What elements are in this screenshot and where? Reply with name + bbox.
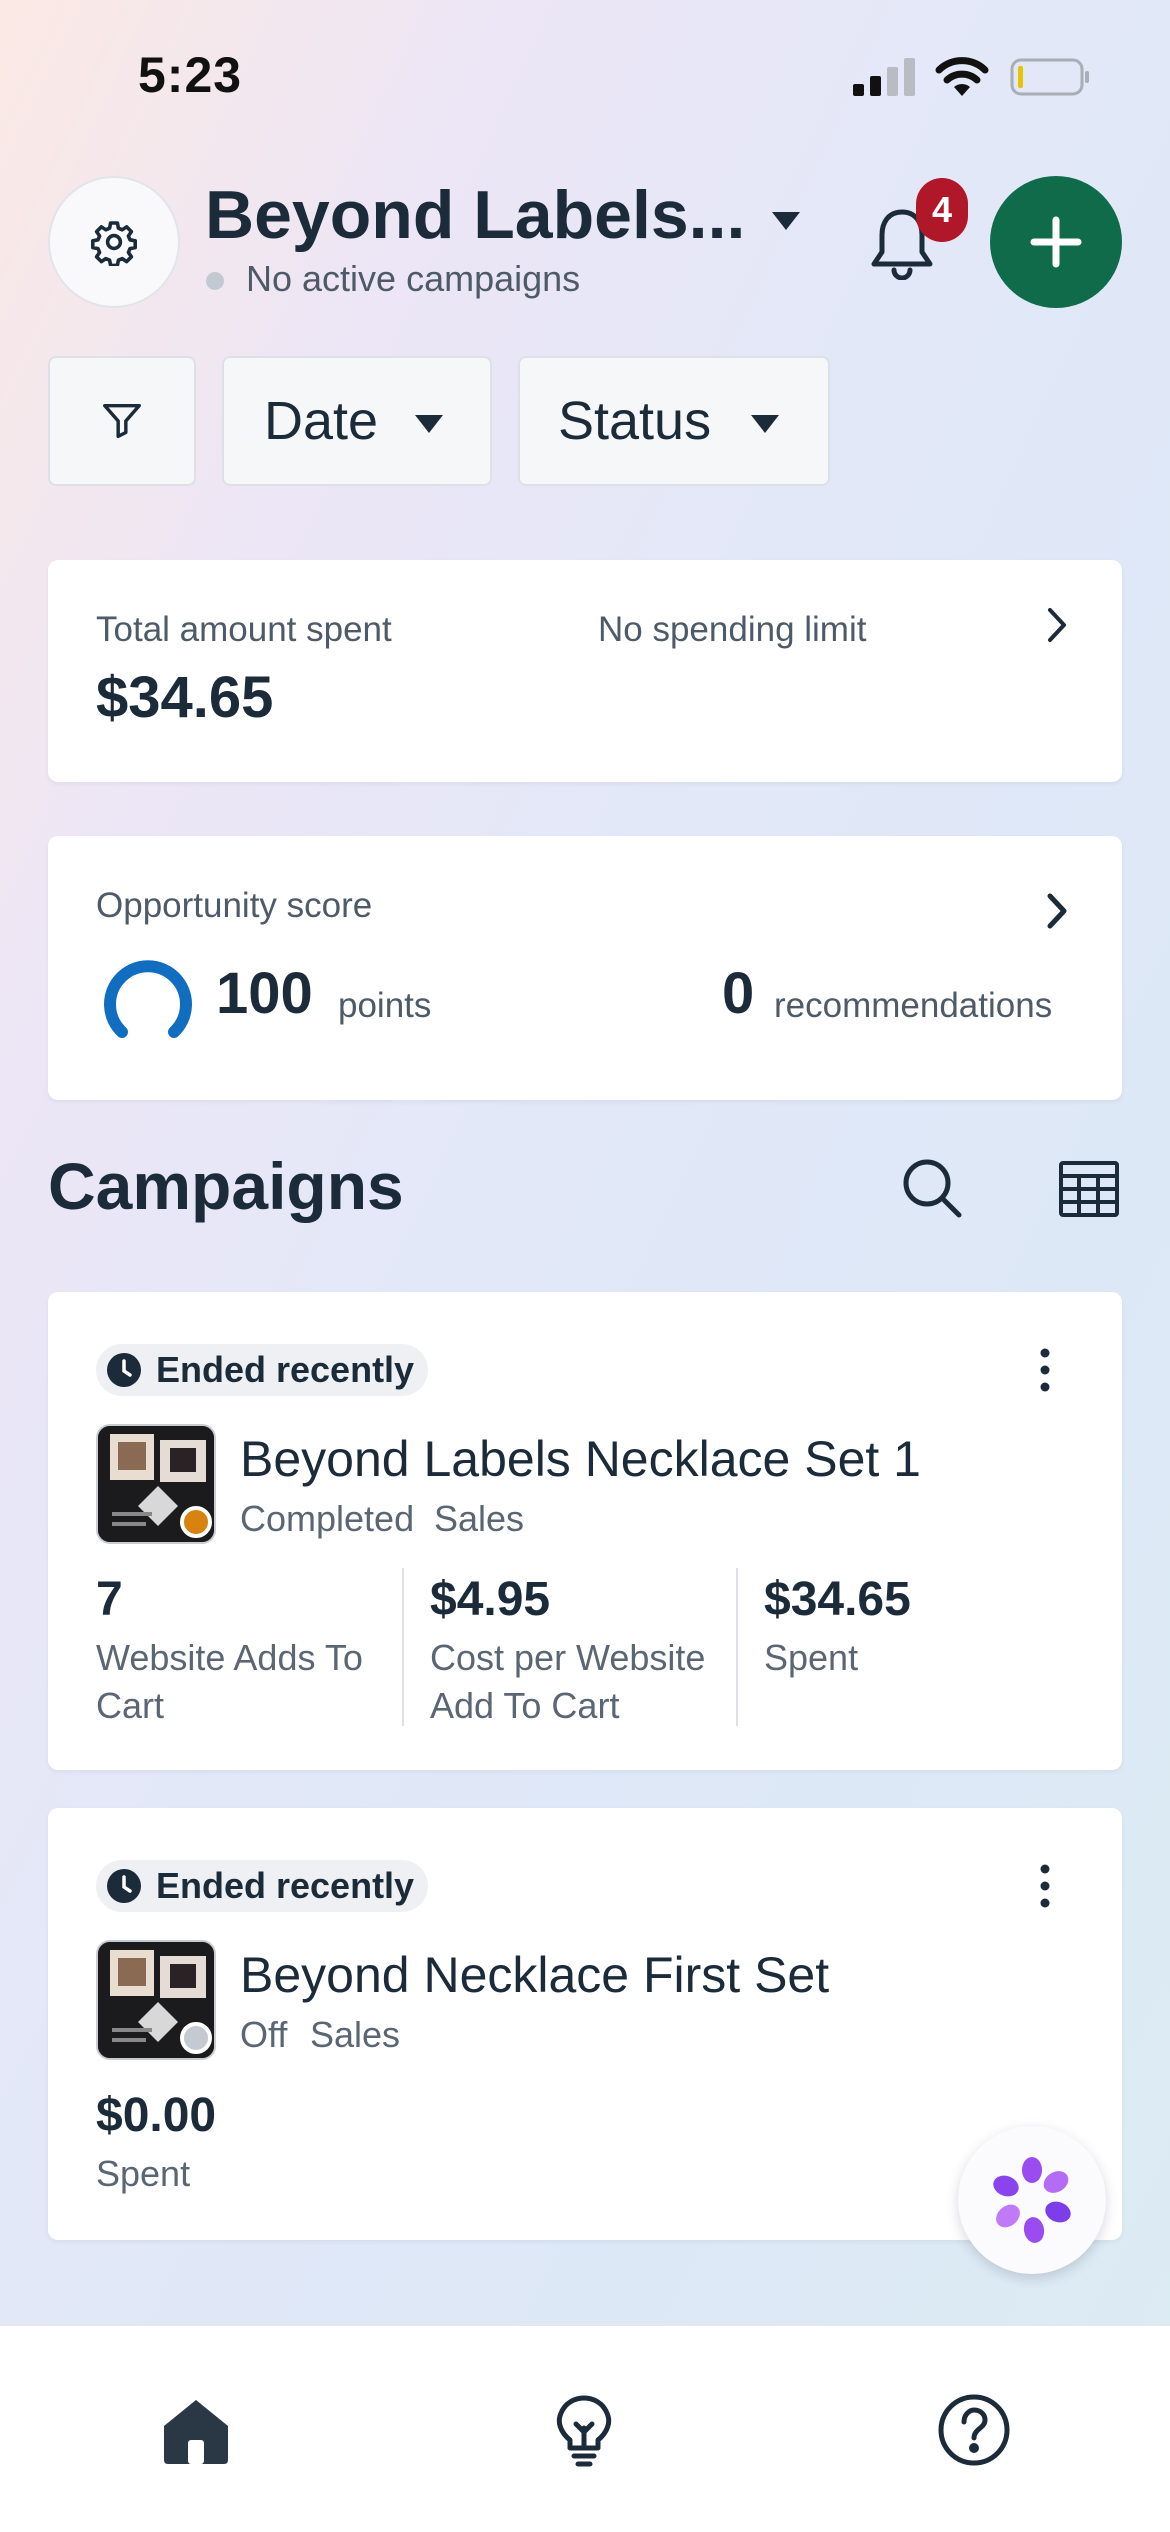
sparkle-petals-icon xyxy=(993,2157,1071,2243)
metric-divider xyxy=(402,1568,404,1726)
metric-label: Cost per Website Add To Cart xyxy=(430,1637,706,1726)
help-icon[interactable] xyxy=(936,2392,1012,2468)
campaign-state: Completed xyxy=(240,1498,415,1539)
status-filter-label: Status xyxy=(558,391,712,451)
chevron-down-icon xyxy=(751,415,779,433)
campaign-status-text: Ended recently xyxy=(156,1349,415,1390)
table-view-icon[interactable] xyxy=(1058,1160,1120,1218)
chevron-right-icon xyxy=(1047,893,1067,929)
campaign-status-pill: Ended recently xyxy=(96,1344,429,1396)
account-switcher-chevron-down-icon[interactable] xyxy=(770,210,802,232)
ai-assistant-button[interactable] xyxy=(958,2126,1106,2274)
total-spent-value: $34.65 xyxy=(96,665,274,730)
home-icon[interactable] xyxy=(158,2392,234,2468)
campaigns-heading: Campaigns xyxy=(48,1149,404,1223)
status-filter-dropdown[interactable]: Status xyxy=(518,356,830,486)
bottom-navigation xyxy=(0,2324,1170,2532)
metric-divider xyxy=(736,1568,738,1726)
create-campaign-button[interactable] xyxy=(990,176,1122,308)
chevron-right-icon xyxy=(1048,608,1066,642)
campaign-status-pill: Ended recently xyxy=(96,1860,429,1912)
chevron-down-icon xyxy=(415,415,443,433)
date-filter-label: Date xyxy=(264,391,379,451)
campaign-status-dot xyxy=(180,1506,212,1538)
wifi-icon xyxy=(935,57,989,96)
opportunity-score-card[interactable]: Opportunity score 100 points 0 recommend… xyxy=(48,836,1122,1100)
plus-icon xyxy=(1030,216,1082,268)
account-status-dot xyxy=(206,272,224,290)
recommendations-label: recommendations xyxy=(774,986,1053,1025)
search-icon[interactable] xyxy=(900,1156,964,1220)
total-spent-card[interactable]: Total amount spent $34.65 No spending li… xyxy=(48,560,1122,782)
more-options-icon[interactable] xyxy=(1038,1864,1052,1908)
spending-limit-label: No spending limit xyxy=(598,610,867,649)
campaign-name: Beyond Necklace First Set xyxy=(240,1947,830,2003)
settings-button[interactable] xyxy=(48,176,180,308)
recommendations-count: 0 xyxy=(722,961,755,1026)
campaign-status-text: Ended recently xyxy=(156,1865,415,1906)
metric-value: $0.00 xyxy=(96,2089,217,2142)
metric-value: 7 xyxy=(96,1573,123,1626)
campaign-objective: Sales xyxy=(434,1498,525,1539)
metric-label: Website Adds To Cart xyxy=(96,1637,363,1726)
campaign-state: Off xyxy=(240,2014,288,2055)
account-title[interactable]: Beyond Labels... xyxy=(205,176,745,254)
campaign-status-dot xyxy=(180,2022,212,2054)
metric-label: Spent xyxy=(764,1637,859,1678)
gear-icon xyxy=(91,221,137,266)
account-subtitle: No active campaigns xyxy=(246,258,581,299)
score-unit-label: points xyxy=(338,986,432,1025)
total-spent-label: Total amount spent xyxy=(96,610,392,649)
clock-icon xyxy=(107,1869,141,1903)
filter-button[interactable] xyxy=(48,356,196,486)
opportunity-score-value: 100 xyxy=(216,961,313,1026)
metric-value: $4.95 xyxy=(430,1573,551,1626)
lightbulb-icon[interactable] xyxy=(546,2392,622,2468)
campaign-objective: Sales xyxy=(310,2014,401,2055)
campaign-card[interactable]: Ended recently Beyond Necklace First Set… xyxy=(48,1808,1122,2240)
metric-value: $34.65 xyxy=(764,1573,911,1626)
campaign-name: Beyond Labels Necklace Set 1 xyxy=(240,1431,921,1487)
cellular-signal-icon xyxy=(853,58,915,96)
score-ring-gauge xyxy=(104,960,192,1038)
opportunity-score-label: Opportunity score xyxy=(96,886,373,925)
notification-count-badge: 4 xyxy=(916,178,968,242)
more-options-icon[interactable] xyxy=(1038,1348,1052,1392)
campaign-card[interactable]: Ended recently Beyond Labels Necklace Se… xyxy=(48,1292,1122,1770)
metric-label: Spent xyxy=(96,2153,191,2194)
status-time: 5:23 xyxy=(138,47,243,103)
filter-funnel-icon xyxy=(103,403,141,439)
date-filter-dropdown[interactable]: Date xyxy=(222,356,492,486)
clock-icon xyxy=(107,1353,141,1387)
battery-icon xyxy=(1010,58,1089,96)
